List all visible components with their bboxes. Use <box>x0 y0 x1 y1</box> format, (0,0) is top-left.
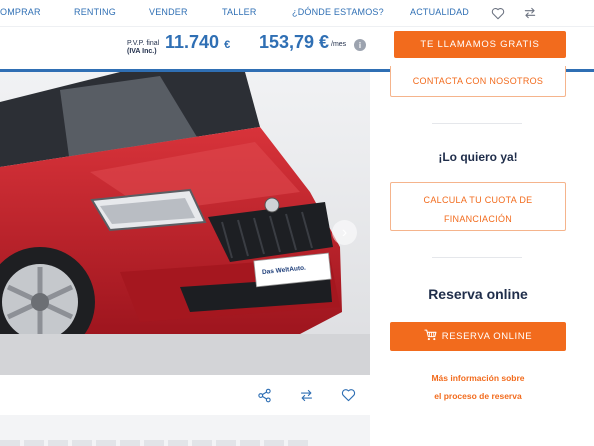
thumbnail[interactable] <box>288 440 308 446</box>
info-icon[interactable]: i <box>354 39 366 51</box>
more-info-line-2: el proceso de reserva <box>434 391 522 401</box>
more-info-line-1: Más información sobre <box>431 373 525 383</box>
divider <box>432 123 522 124</box>
reserve-heading: Reserva online <box>428 286 528 302</box>
reservation-info-link[interactable]: Más información sobre el proceso de rese… <box>400 369 556 405</box>
pvp-price: 11.740 € <box>165 32 230 53</box>
heart-icon[interactable] <box>488 3 508 23</box>
finance-line-2: FINANCIACIÓN <box>443 214 513 224</box>
nav-actualidad[interactable]: ACTUALIDAD <box>410 7 469 17</box>
nav-vender[interactable]: VENDER <box>149 7 188 17</box>
finance-line-1: CALCULA TU CUOTA DE <box>423 195 533 205</box>
pvp-price-amount: 11.740 <box>165 32 220 52</box>
thumbnail[interactable] <box>144 440 164 446</box>
nav-comprar[interactable]: OMPRAR <box>0 7 41 17</box>
reserve-online-label: RESERVA ONLINE <box>441 331 533 342</box>
finance-button[interactable]: CALCULA TU CUOTA DE FINANCIACIÓN <box>390 182 566 231</box>
divider <box>432 257 522 258</box>
thumbnail[interactable] <box>96 440 116 446</box>
thumbnail[interactable] <box>48 440 68 446</box>
contact-button[interactable]: CONTACTA CON NOSOTROS <box>390 66 566 97</box>
nav-taller[interactable]: TALLER <box>222 7 257 17</box>
thumbnail[interactable] <box>24 440 44 446</box>
heart-icon[interactable] <box>338 385 358 405</box>
thumbnail[interactable] <box>264 440 284 446</box>
thumbnail-strip <box>0 440 340 446</box>
want-it-heading: ¡Lo quiero ya! <box>438 150 518 164</box>
compare-icon[interactable] <box>296 385 316 405</box>
thumbnail[interactable] <box>240 440 260 446</box>
monthly-unit: /mes <box>331 41 347 48</box>
thumbnail[interactable] <box>0 440 20 446</box>
thumbnail[interactable] <box>168 440 188 446</box>
pvp-label: P.V.P. final (IVA Inc.) <box>127 40 159 56</box>
share-icon[interactable] <box>254 385 274 405</box>
thumbnail[interactable] <box>216 440 236 446</box>
reserve-online-button[interactable]: RESERVA ONLINE <box>390 322 566 351</box>
pvp-label-line1: P.V.P. final <box>127 40 160 47</box>
cart-icon <box>424 329 437 344</box>
top-navigation: OMPRAR RENTING VENDER TALLER ¿DÓNDE ESTA… <box>0 0 594 26</box>
thumbnail[interactable] <box>72 440 92 446</box>
car-photo[interactable]: Das WeltAuto. › <box>0 72 370 375</box>
car-image: Das WeltAuto. <box>0 72 370 375</box>
photo-action-bar <box>0 375 370 415</box>
next-photo-arrow[interactable]: › <box>332 220 357 245</box>
pvp-label-line2: (IVA Inc.) <box>127 48 157 55</box>
monthly-price: 153,79 € <box>259 32 330 52</box>
compare-icon[interactable] <box>520 3 540 23</box>
pvp-price-currency: € <box>224 39 231 51</box>
nav-renting[interactable]: RENTING <box>74 7 116 17</box>
nav-donde-estamos[interactable]: ¿DÓNDE ESTAMOS? <box>292 7 384 17</box>
call-me-button[interactable]: TE LLAMAMOS GRATIS <box>394 31 566 58</box>
thumbnail[interactable] <box>192 440 212 446</box>
thumbnail[interactable] <box>120 440 140 446</box>
